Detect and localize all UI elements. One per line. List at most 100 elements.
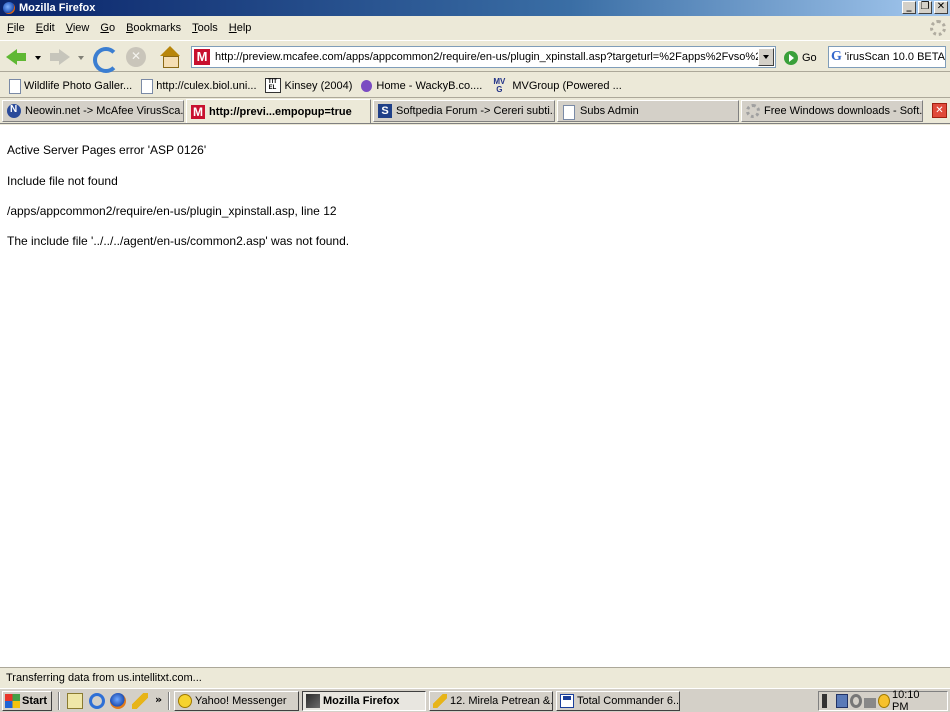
tab-strip: Neowin.net -> McAfee VirusSca... M http:…	[0, 99, 950, 124]
forward-history-dropdown-icon[interactable]	[78, 56, 84, 60]
task-label: Mozilla Firefox	[323, 695, 400, 707]
bookmark-label: MVGroup (Powered ...	[512, 79, 622, 92]
menu-edit[interactable]: Edit	[31, 22, 61, 34]
bookmark-label: http://culex.biol.uni...	[156, 79, 257, 92]
restore-button[interactable]: ❐	[918, 1, 932, 14]
yahoo-messenger-icon	[178, 694, 192, 708]
bookmark-item[interactable]: Home - WackyB.co....	[356, 78, 486, 93]
bookmark-item[interactable]: Wildlife Photo Galler...	[4, 78, 136, 94]
reload-button[interactable]	[91, 45, 119, 73]
search-input[interactable]: 'irusScan 10.0 BETA	[845, 51, 945, 63]
bug-icon	[360, 78, 373, 93]
messenger-tray-icon[interactable]	[878, 694, 890, 708]
go-arrow-icon	[784, 51, 798, 65]
close-button[interactable]: ✕	[934, 1, 948, 14]
menu-file[interactable]: File	[2, 22, 31, 34]
back-history-dropdown-icon[interactable]	[35, 56, 41, 60]
task-label: Total Commander 6....	[577, 695, 680, 707]
minimize-button[interactable]: _	[902, 1, 916, 14]
menu-bar: File Edit View Go Bookmarks Tools Help	[0, 17, 950, 39]
tab-neowin[interactable]: Neowin.net -> McAfee VirusSca...	[2, 100, 184, 122]
throbber-icon	[930, 20, 946, 36]
window-title: Mozilla Firefox	[19, 2, 96, 14]
chat-icon	[433, 694, 447, 708]
taskbar-separator	[168, 692, 170, 710]
imdb-icon: TIT EL	[264, 78, 281, 93]
title-bar[interactable]: Mozilla Firefox _ ❐ ✕	[0, 0, 950, 16]
bookmark-item[interactable]: MV G MVGroup (Powered ...	[486, 77, 625, 94]
start-label: Start	[22, 695, 48, 707]
bookmark-item[interactable]: http://culex.biol.uni...	[136, 78, 260, 94]
clock[interactable]: 10:10 PM	[892, 689, 939, 712]
navigation-toolbar: M http://preview.mcafee.com/apps/appcomm…	[0, 40, 950, 73]
page-content: Active Server Pages error 'ASP 0126' Inc…	[0, 125, 950, 667]
settings-tray-icon[interactable]	[850, 694, 862, 708]
url-history-dropdown-button[interactable]	[758, 48, 774, 66]
error-type: Include file not found	[7, 174, 118, 188]
task-chat-window[interactable]: 12. Mirela Petrean &...	[429, 691, 553, 711]
page-icon	[140, 78, 154, 94]
task-label: 12. Mirela Petrean &...	[450, 695, 553, 707]
menu-bookmarks[interactable]: Bookmarks	[121, 22, 187, 34]
mcafee-icon: M	[191, 104, 205, 119]
forward-button[interactable]	[48, 45, 72, 69]
quicklaunch-more-icon[interactable]: »	[155, 693, 162, 706]
plug-tray-icon[interactable]	[864, 694, 876, 708]
softpedia-icon: S	[378, 104, 392, 118]
network-tray-icon[interactable]	[836, 694, 848, 708]
windows-flag-icon	[5, 694, 20, 708]
close-tab-icon[interactable]: ✕	[932, 103, 947, 118]
task-total-commander[interactable]: Total Commander 6....	[556, 691, 680, 711]
tab-subs-admin[interactable]: Subs Admin	[557, 100, 739, 122]
menu-help[interactable]: Help	[224, 22, 258, 34]
tab-mcafee-preview[interactable]: M http://previ...empopup=true	[186, 99, 371, 123]
task-yahoo-messenger[interactable]: Yahoo! Messenger	[174, 691, 299, 711]
internet-explorer-icon[interactable]	[89, 693, 105, 709]
pencil-quicklaunch-icon[interactable]	[132, 693, 148, 709]
firefox-quicklaunch-icon[interactable]	[110, 693, 126, 709]
taskbar: Start » Yahoo! Messenger Mozilla Firefox…	[0, 688, 950, 712]
task-mozilla-firefox[interactable]: Mozilla Firefox	[302, 691, 426, 711]
back-button[interactable]	[4, 45, 28, 69]
window-controls: _ ❐ ✕	[902, 1, 948, 14]
go-label: Go	[802, 52, 817, 64]
tab-label: Free Windows downloads - Soft...	[764, 105, 923, 117]
total-commander-icon	[560, 694, 574, 708]
tab-label: Subs Admin	[580, 105, 639, 117]
firefox-icon	[306, 694, 320, 708]
address-bar[interactable]: M http://preview.mcafee.com/apps/appcomm…	[191, 46, 776, 68]
page-icon	[562, 104, 576, 120]
bookmark-label: Kinsey (2004)	[284, 79, 353, 92]
stop-button[interactable]	[124, 45, 148, 69]
loading-spinner-icon	[746, 104, 760, 118]
bookmark-label: Wildlife Photo Galler...	[24, 79, 133, 92]
taskbar-separator	[58, 692, 60, 710]
show-desktop-icon[interactable]	[67, 693, 83, 709]
start-button[interactable]: Start	[2, 691, 52, 711]
error-title: Active Server Pages error 'ASP 0126'	[7, 143, 207, 157]
page-icon	[8, 78, 21, 94]
menu-view[interactable]: View	[61, 22, 96, 34]
neowin-icon	[7, 104, 21, 118]
home-button[interactable]	[158, 45, 182, 69]
volume-tray-icon[interactable]	[822, 694, 834, 708]
mcafee-site-icon: M	[194, 49, 210, 65]
system-tray: 10:10 PM	[818, 689, 948, 712]
tab-label: http://previ...empopup=true	[209, 105, 352, 118]
url-input[interactable]: http://preview.mcafee.com/apps/appcommon…	[215, 51, 758, 63]
error-location: /apps/appcommon2/require/en-us/plugin_xp…	[7, 204, 337, 218]
menu-tools[interactable]: Tools	[187, 22, 224, 34]
search-box[interactable]: G 'irusScan 10.0 BETA	[828, 46, 946, 68]
tab-label: Neowin.net -> McAfee VirusSca...	[25, 105, 184, 117]
mvg-icon: MV G	[493, 77, 506, 94]
tab-softpedia-downloads[interactable]: Free Windows downloads - Soft...	[741, 100, 923, 122]
go-button[interactable]: Go	[784, 50, 817, 66]
bookmark-label: Home - WackyB.co....	[376, 79, 483, 92]
google-engine-icon[interactable]: G	[831, 49, 845, 65]
tab-softpedia-forum[interactable]: S Softpedia Forum -> Cereri subti...	[373, 100, 555, 122]
bookmark-item[interactable]: TIT EL Kinsey (2004)	[261, 78, 357, 93]
bookmarks-toolbar: Wildlife Photo Galler... http://culex.bi…	[0, 74, 950, 98]
status-bar: Transferring data from us.intellitxt.com…	[0, 667, 950, 687]
menu-go[interactable]: Go	[95, 22, 121, 34]
tab-label: Softpedia Forum -> Cereri subti...	[396, 105, 555, 117]
